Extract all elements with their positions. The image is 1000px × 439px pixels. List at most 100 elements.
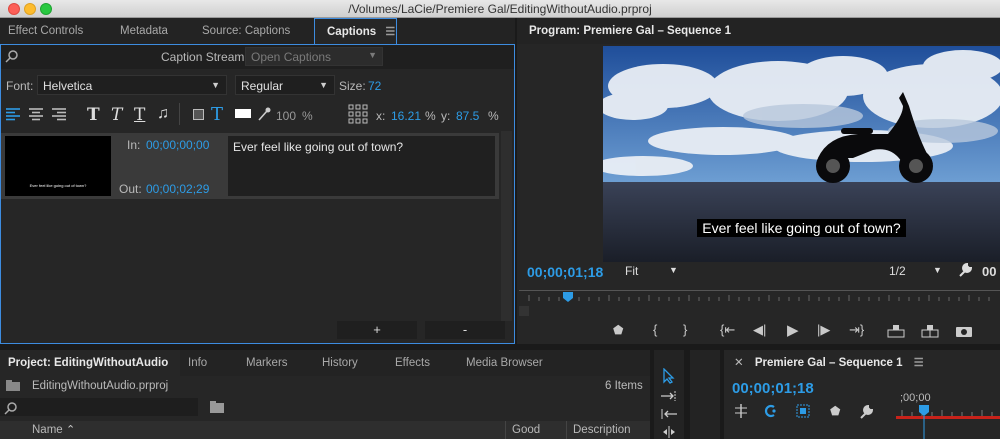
ruler-ticks — [528, 292, 990, 302]
captions-panel: Caption Stream: Open Captions ▼ Font: He… — [0, 44, 515, 344]
zoom-fit-value: Fit — [625, 264, 639, 278]
project-panel-tabbar: Project: EditingWithoutAudio ☰ Info Mark… — [0, 350, 650, 395]
add-marker-icon[interactable] — [796, 404, 810, 418]
program-monitor-title: Program: Premiere Gal – Sequence 1 — [529, 25, 731, 37]
playhead-timecode[interactable]: 00;00;01;18 — [527, 264, 603, 280]
column-name[interactable]: Name — [32, 424, 63, 436]
position-grid-icon[interactable] — [348, 104, 368, 124]
transport-controls: ⬟ { } {⇤ ◀| ▶ |▶ ⇥} — [517, 322, 1000, 342]
y-value[interactable]: 87.5 — [456, 109, 479, 123]
column-good[interactable]: Good — [512, 424, 540, 436]
tab-program-monitor[interactable]: Program: Premiere Gal – Sequence 1 ☰ — [517, 18, 737, 63]
out-timecode[interactable]: 00;00;02;29 — [146, 182, 209, 196]
column-divider — [505, 421, 506, 439]
go-to-out-icon[interactable]: ⇥} — [849, 322, 864, 338]
resolution-select[interactable]: 1/2 ▼ — [889, 264, 945, 280]
panel-menu-icon[interactable]: ☰ — [385, 26, 395, 38]
ripple-edit-tool-icon[interactable] — [660, 408, 678, 420]
mark-out-icon[interactable]: } — [683, 322, 687, 337]
caption-stream-select[interactable]: Open Captions ▼ — [245, 47, 383, 66]
window-title-bar: /Volumes/LaCie/Premiere Gal/EditingWitho… — [0, 0, 1000, 18]
wrench-icon[interactable] — [957, 262, 973, 278]
step-back-icon[interactable]: ◀| — [753, 322, 766, 338]
video-frame[interactable]: Ever feel like going out of town? — [603, 46, 1000, 262]
underline-icon[interactable]: T — [134, 105, 145, 125]
in-label: In: — [127, 138, 141, 152]
italic-icon[interactable]: T — [111, 105, 122, 125]
project-file-icon — [6, 380, 20, 391]
track-select-tool-icon[interactable] — [660, 390, 678, 402]
text-color-icon[interactable]: T — [211, 104, 223, 125]
bold-icon[interactable]: T — [87, 105, 100, 125]
extract-icon[interactable] — [921, 324, 939, 338]
size-value[interactable]: 72 — [368, 79, 381, 93]
linked-selection-icon[interactable] — [764, 404, 778, 418]
timeline-panel: 00;00;01;18 ;00;00 ⬟ — [724, 376, 1000, 439]
timeline-playhead[interactable] — [918, 404, 930, 439]
mark-in-icon[interactable]: { — [653, 322, 657, 337]
caption-stream-label: Caption Stream: — [161, 50, 248, 64]
font-label: Font: — [6, 79, 34, 93]
align-center-icon[interactable] — [28, 107, 44, 121]
x-value[interactable]: 16.21 — [391, 109, 421, 123]
tab-source-captions[interactable]: Source: Captions — [202, 18, 290, 44]
sort-ascending-icon[interactable]: ⌃ — [66, 423, 75, 436]
size-label: Size: — [339, 79, 366, 93]
eyedropper-icon[interactable] — [257, 106, 271, 122]
timeline-title: Premiere Gal – Sequence 1 — [754, 357, 903, 369]
tab-project[interactable]: Project: EditingWithoutAudio ☰ — [0, 350, 180, 395]
font-value: Helvetica — [43, 79, 93, 93]
font-style-select[interactable]: Regular ▼ — [235, 75, 335, 95]
monitor-ruler[interactable] — [519, 290, 1000, 304]
tab-markers[interactable]: Markers — [246, 350, 288, 376]
export-frame-icon[interactable] — [955, 324, 973, 338]
in-timecode[interactable]: 00;00;00;00 — [146, 138, 209, 152]
tab-timeline[interactable]: ✕ Premiere Gal – Sequence 1 ☰ — [724, 350, 1000, 376]
music-note-icon[interactable]: ♫ — [157, 105, 169, 123]
new-bin-icon[interactable] — [210, 401, 224, 413]
close-icon[interactable]: ✕ — [734, 357, 744, 369]
tab-effects[interactable]: Effects — [395, 350, 430, 376]
align-left-icon[interactable] — [5, 107, 21, 121]
marker-icon[interactable]: ⬟ — [830, 404, 840, 418]
color-swatch[interactable] — [235, 109, 251, 118]
tab-effect-controls[interactable]: Effect Controls — [8, 18, 83, 44]
step-forward-icon[interactable]: |▶ — [817, 322, 830, 338]
caption-list-scrollbar[interactable] — [501, 131, 512, 321]
lift-icon[interactable] — [887, 324, 905, 338]
chevron-down-icon: ▼ — [211, 80, 220, 90]
thumbnail-caption-text: Ever feel like going out of town? — [29, 183, 87, 188]
tab-metadata[interactable]: Metadata — [120, 18, 168, 44]
tab-media-browser[interactable]: Media Browser — [466, 350, 543, 376]
column-description[interactable]: Description — [573, 424, 631, 436]
add-caption-button[interactable]: + — [337, 321, 417, 339]
go-to-in-icon[interactable]: {⇤ — [720, 322, 735, 338]
panel-menu-icon[interactable]: ☰ — [914, 357, 924, 369]
opacity-value[interactable]: 100 — [276, 109, 296, 123]
marker-icon[interactable]: ⬟ — [613, 323, 623, 337]
ruler-scroll-handle[interactable] — [519, 306, 529, 316]
align-right-icon[interactable] — [51, 107, 67, 121]
selection-tool-icon[interactable] — [662, 368, 676, 384]
play-icon[interactable]: ▶ — [787, 321, 799, 339]
snap-icon[interactable] — [734, 404, 748, 418]
zoom-fit-select[interactable]: Fit ▼ — [625, 264, 681, 280]
tab-history[interactable]: History — [322, 350, 358, 376]
project-search-input[interactable] — [0, 398, 198, 416]
x-percent: % — [425, 109, 436, 123]
rolling-edit-tool-icon[interactable] — [660, 426, 678, 438]
tab-info[interactable]: Info — [188, 350, 207, 376]
resolution-value: 1/2 — [889, 264, 906, 278]
format-toolbar: T T T ♫ T 100 % x: 16.21 % y: 87.5 % — [1, 101, 514, 129]
font-select[interactable]: Helvetica ▼ — [37, 75, 227, 95]
timeline-settings-wrench-icon[interactable] — [858, 404, 874, 420]
timeline-ruler-label: ;00;00 — [900, 392, 931, 404]
caption-list-item[interactable]: Ever feel like going out of town? In: 00… — [1, 133, 499, 199]
tab-captions[interactable]: Captions ☰ — [314, 18, 397, 44]
search-icon[interactable] — [5, 49, 19, 63]
caption-text-field[interactable]: Ever feel like going out of town? — [228, 136, 495, 196]
background-color-icon[interactable] — [193, 109, 204, 120]
captions-panel-tabbar: Effect Controls Metadata Source: Caption… — [0, 18, 515, 44]
remove-caption-button[interactable]: - — [425, 321, 505, 339]
timeline-timecode[interactable]: 00;00;01;18 — [732, 380, 814, 397]
